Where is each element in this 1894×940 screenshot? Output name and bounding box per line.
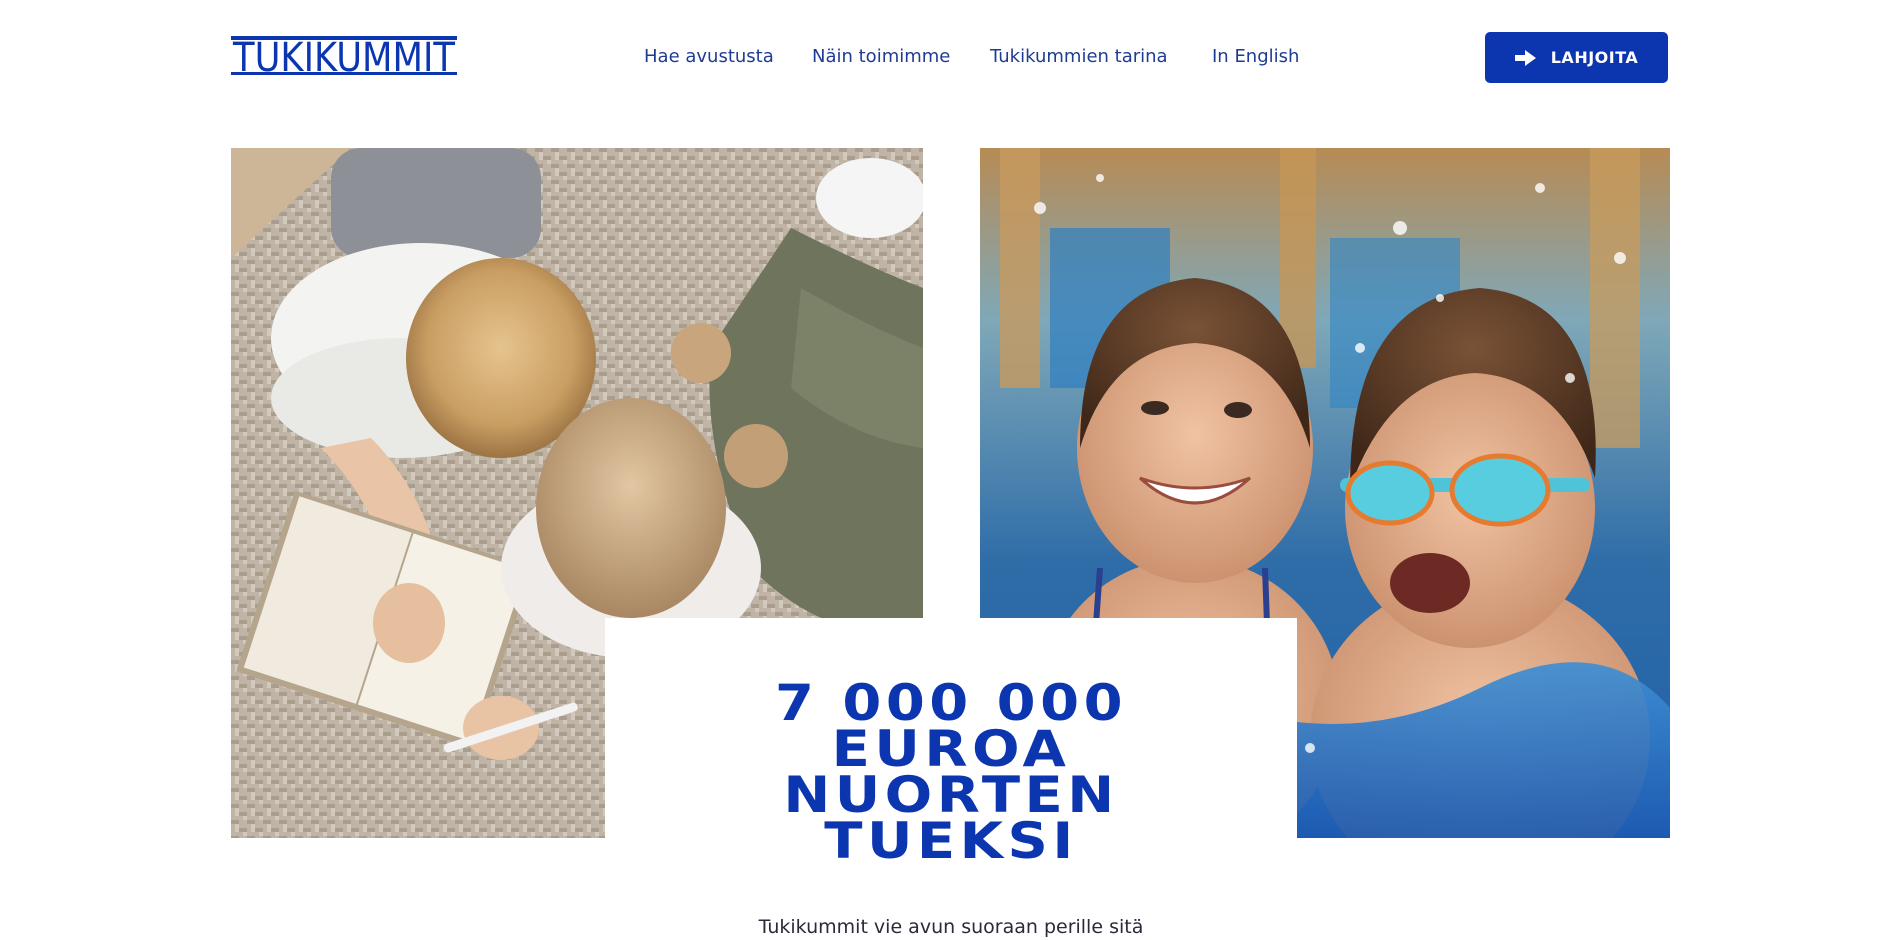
nav-link-in-english[interactable]: In English bbox=[1212, 40, 1299, 74]
arrow-right-icon bbox=[1514, 49, 1537, 66]
site-header: TUKIKUMMIT Hae avustusta Näin toimimme T… bbox=[0, 0, 1894, 112]
donate-button[interactable]: LAHJOITA bbox=[1485, 32, 1668, 83]
nav-link-nain-toimimme[interactable]: Näin toimimme bbox=[812, 40, 950, 74]
nav-link-tukikummien-tarina[interactable]: Tukikummien tarina bbox=[990, 40, 1168, 74]
hero-headline: 7 000 000 EUROA NUORTEN TUEKSI bbox=[563, 678, 1338, 870]
donate-button-label: LAHJOITA bbox=[1550, 48, 1639, 67]
headline-card: 7 000 000 EUROA NUORTEN TUEKSI Tukikummi… bbox=[605, 618, 1297, 940]
hero-intro-text: Tukikummit vie avun suoraan perille sitä bbox=[758, 916, 1144, 938]
tukikummit-logo[interactable]: TUKIKUMMIT bbox=[231, 30, 457, 82]
headline-line: TUEKSI bbox=[824, 812, 1078, 870]
svg-text:TUKIKUMMIT: TUKIKUMMIT bbox=[232, 35, 455, 81]
nav-link-hae-avustusta[interactable]: Hae avustusta bbox=[644, 40, 774, 74]
